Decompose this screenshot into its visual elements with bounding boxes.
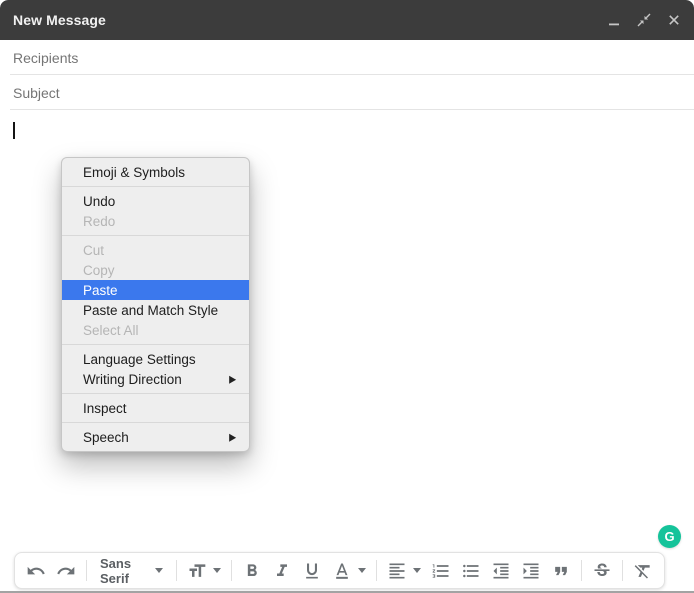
window-title: New Message — [13, 12, 106, 28]
recipients-field[interactable]: Recipients — [0, 40, 694, 75]
menu-item-writing-direction[interactable]: Writing Direction ▶ — [62, 369, 249, 389]
menu-item-redo: Redo — [62, 211, 249, 231]
font-family-selector[interactable]: Sans Serif — [92, 556, 171, 586]
undo-button[interactable] — [21, 556, 51, 586]
menu-section: Inspect — [62, 394, 249, 422]
bulleted-list-button[interactable] — [456, 556, 486, 586]
indent-more-button[interactable] — [516, 556, 546, 586]
menu-section: Emoji & Symbols — [62, 158, 249, 186]
context-menu: Emoji & Symbols Undo Redo Cut Copy Paste — [61, 157, 250, 452]
minimize-icon[interactable] — [606, 12, 622, 28]
subject-placeholder: Subject — [13, 85, 60, 101]
compose-window: New Message Recipients — [0, 0, 694, 593]
font-family-label: Sans Serif — [100, 556, 141, 586]
menu-item-speech[interactable]: Speech ▶ — [62, 427, 249, 447]
chevron-down-icon — [155, 568, 163, 573]
bold-button[interactable] — [237, 556, 267, 586]
menu-section: Speech ▶ — [62, 423, 249, 451]
submenu-arrow-icon: ▶ — [229, 373, 236, 386]
chevron-down-icon — [413, 568, 421, 573]
strikethrough-button[interactable] — [587, 556, 617, 586]
menu-section: Language Settings Writing Direction ▶ — [62, 345, 249, 393]
formatting-toolbar: Sans Serif — [14, 552, 665, 589]
italic-button[interactable] — [267, 556, 297, 586]
toolbar-separator — [176, 560, 177, 581]
subject-field[interactable]: Subject — [0, 75, 694, 110]
menu-item-paste-and-match-style[interactable]: Paste and Match Style — [62, 300, 249, 320]
text-cursor — [13, 122, 15, 139]
grammarly-icon[interactable]: G — [658, 525, 681, 548]
menu-item-paste[interactable]: Paste — [62, 280, 249, 300]
menu-item-inspect[interactable]: Inspect — [62, 398, 249, 418]
toolbar-separator — [581, 560, 582, 581]
text-color-button[interactable] — [327, 556, 371, 586]
toolbar-separator — [231, 560, 232, 581]
menu-item-undo[interactable]: Undo — [62, 191, 249, 211]
close-icon[interactable] — [666, 12, 682, 28]
font-size-button[interactable] — [182, 556, 226, 586]
titlebar[interactable]: New Message — [0, 0, 694, 40]
menu-item-copy: Copy — [62, 260, 249, 280]
menu-item-select-all: Select All — [62, 320, 249, 340]
remove-formatting-button[interactable] — [628, 556, 658, 586]
toolbar-separator — [376, 560, 377, 581]
menu-section: Undo Redo — [62, 187, 249, 235]
chevron-down-icon — [213, 568, 221, 573]
numbered-list-button[interactable] — [426, 556, 456, 586]
underline-button[interactable] — [297, 556, 327, 586]
redo-button[interactable] — [51, 556, 81, 586]
recipients-placeholder: Recipients — [13, 50, 78, 66]
menu-item-language-settings[interactable]: Language Settings — [62, 349, 249, 369]
submenu-arrow-icon: ▶ — [229, 431, 236, 444]
toolbar-separator — [86, 560, 87, 581]
quote-button[interactable] — [546, 556, 576, 586]
window-controls — [606, 12, 682, 28]
menu-item-emoji-symbols[interactable]: Emoji & Symbols — [62, 162, 249, 182]
pop-in-icon[interactable] — [636, 12, 652, 28]
align-button[interactable] — [382, 556, 426, 586]
menu-item-cut: Cut — [62, 240, 249, 260]
indent-less-button[interactable] — [486, 556, 516, 586]
chevron-down-icon — [358, 568, 366, 573]
menu-section: Cut Copy Paste Paste and Match Style Sel… — [62, 236, 249, 344]
toolbar-separator — [622, 560, 623, 581]
